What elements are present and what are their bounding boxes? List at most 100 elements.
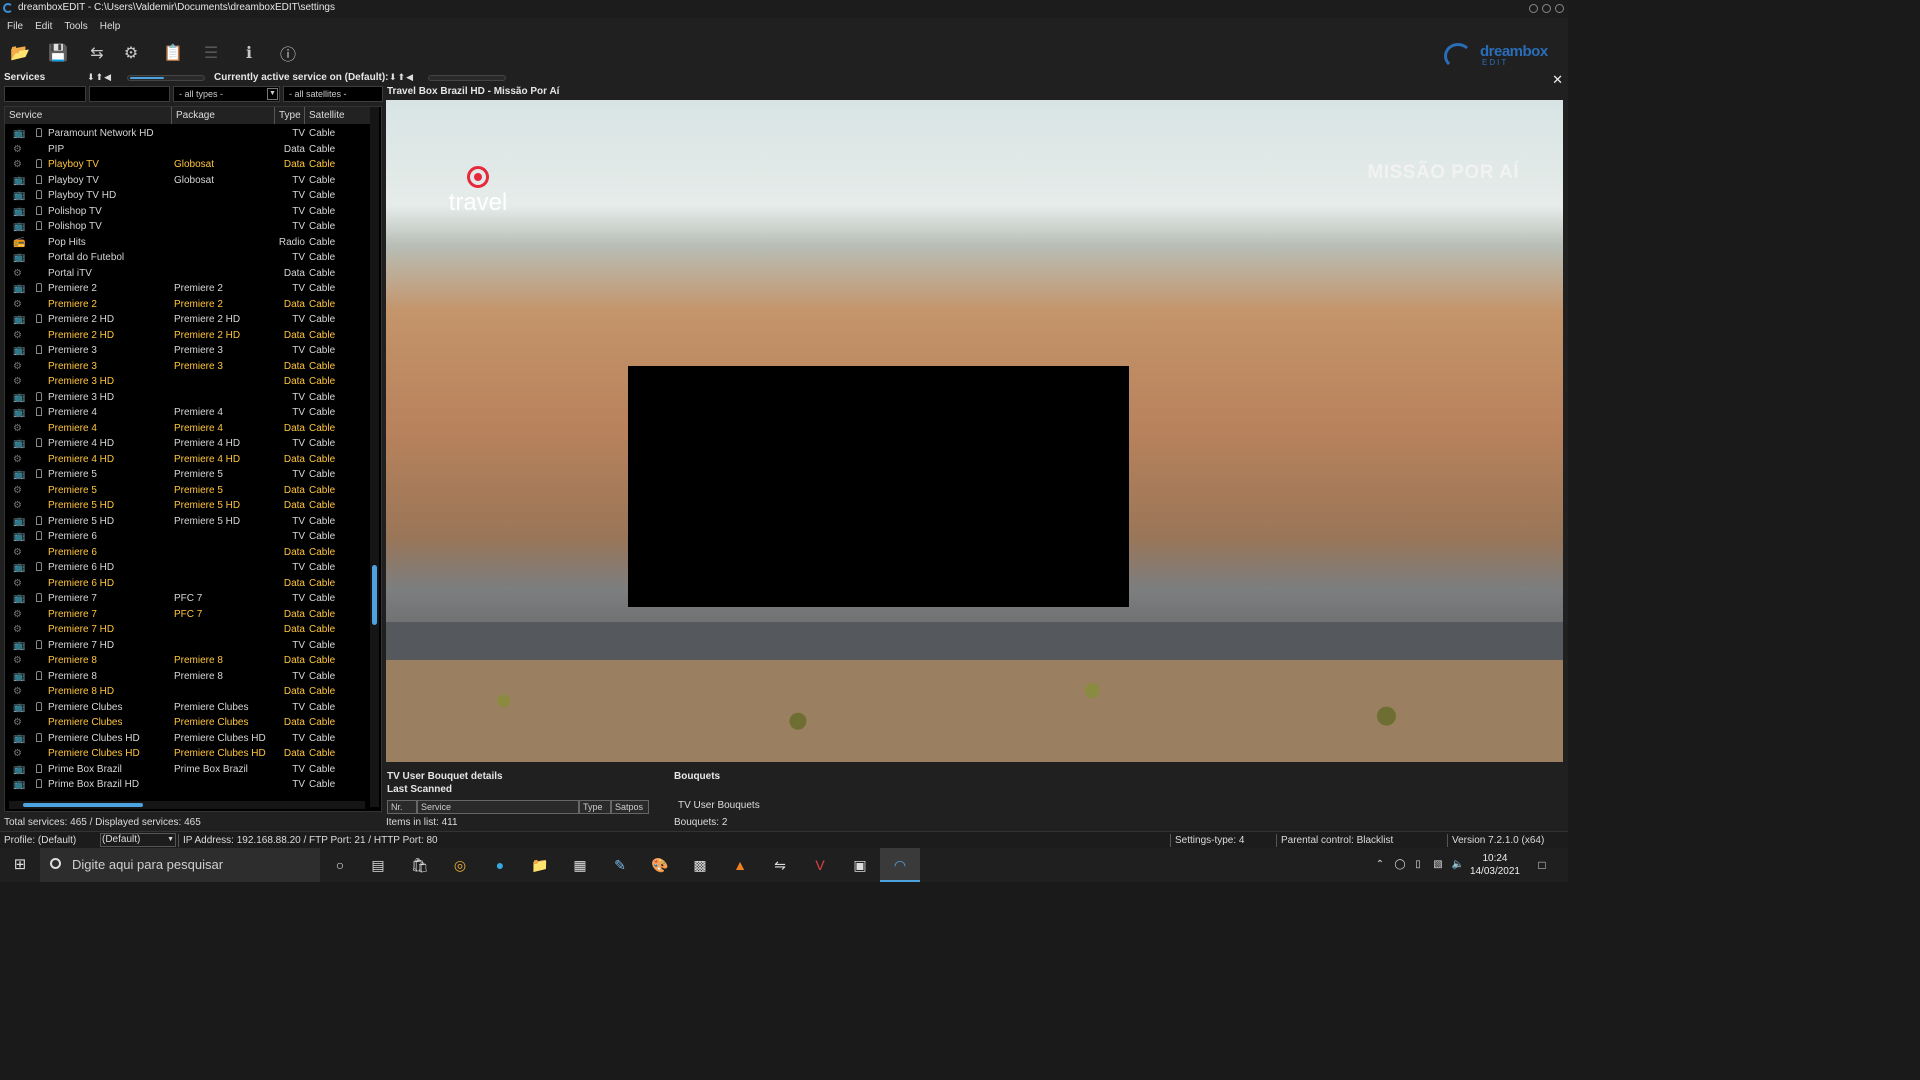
table-row[interactable]: ⚙ Premiere 4 HD Premiere 4 HD Data Cable bbox=[5, 452, 371, 468]
table-row[interactable]: ⚙ Premiere 3 Premiere 3 Data Cable bbox=[5, 359, 371, 375]
save-icon[interactable]: 💾 bbox=[48, 43, 68, 63]
table-row[interactable]: 📺 Premiere 3 Premiere 3 TV Cable bbox=[5, 343, 371, 359]
table-row[interactable]: ⚙ Premiere 5 Premiere 5 Data Cable bbox=[5, 483, 371, 499]
file-explorer-icon[interactable]: 📁 bbox=[530, 856, 550, 874]
table-row[interactable]: 📺 Premiere 4 HD Premiere 4 HD TV Cable bbox=[5, 436, 371, 452]
edge-icon[interactable]: ● bbox=[490, 856, 510, 874]
table-row[interactable]: ⚙ Premiere 3 HD Data Cable bbox=[5, 374, 371, 390]
table-row[interactable]: 📺 Premiere 6 TV Cable bbox=[5, 529, 371, 545]
menu-edit[interactable]: Edit bbox=[35, 18, 52, 35]
table-row[interactable]: 📺 Portal do Futebol TV Cable bbox=[5, 250, 371, 266]
column-satpos[interactable]: Satpos bbox=[611, 800, 649, 814]
table-row[interactable]: 📺 Playboy TV HD TV Cable bbox=[5, 188, 371, 204]
column-bq-service[interactable]: Service bbox=[417, 800, 579, 814]
start-windows-icon[interactable]: ⊞ bbox=[10, 856, 30, 874]
table-row[interactable]: ⚙ Premiere 6 HD Data Cable bbox=[5, 576, 371, 592]
table-row[interactable]: 📺 Premiere 5 Premiere 5 TV Cable bbox=[5, 467, 371, 483]
column-satellite[interactable]: Satellite bbox=[305, 107, 371, 124]
calculator-icon[interactable]: ▦ bbox=[570, 856, 590, 874]
table-row[interactable]: ⚙ Playboy TV Globosat Data Cable bbox=[5, 157, 371, 173]
table-row[interactable]: 📺 Prime Box Brazil HD TV Cable bbox=[5, 777, 371, 793]
table-row[interactable]: ⚙ Premiere 8 HD Data Cable bbox=[5, 684, 371, 700]
list-icon[interactable]: ☰ bbox=[201, 43, 221, 63]
remote-desktop-icon[interactable]: ▣ bbox=[850, 856, 870, 874]
table-row[interactable]: ⚙ Premiere 2 HD Premiere 2 HD Data Cable bbox=[5, 328, 371, 344]
taskbar-search[interactable]: Digite aqui para pesquisar bbox=[40, 848, 320, 882]
service-filter-input[interactable] bbox=[4, 86, 86, 102]
package-filter-input[interactable] bbox=[89, 86, 170, 102]
menu-tools[interactable]: Tools bbox=[64, 18, 87, 35]
taskbar-clock[interactable]: 10:24 14/03/2021 bbox=[1470, 852, 1520, 878]
table-row[interactable]: ⚙ Premiere Clubes HD Premiere Clubes HD Dat… bbox=[5, 746, 371, 762]
column-type[interactable]: Type bbox=[275, 107, 305, 124]
clipboard-icon[interactable]: 📋 bbox=[163, 43, 183, 63]
table-row[interactable]: ⚙ Premiere 4 Premiere 4 Data Cable bbox=[5, 421, 371, 437]
menu-help[interactable]: Help bbox=[100, 18, 121, 35]
profile-select[interactable]: (Default) ▼ bbox=[100, 833, 176, 847]
table-row[interactable]: ⚙ Premiere 6 Data Cable bbox=[5, 545, 371, 561]
table-row[interactable]: 📺 Premiere 3 HD TV Cable bbox=[5, 390, 371, 406]
chevron-down-icon[interactable]: ▼ bbox=[267, 88, 278, 100]
tray-battery-icon[interactable]: ▯ bbox=[1408, 856, 1428, 874]
type-filter-select[interactable]: - all types - ▼ bbox=[173, 86, 280, 102]
table-row[interactable]: ⚙ Portal iTV Data Cable bbox=[5, 266, 371, 282]
vertical-scrollbar[interactable] bbox=[370, 107, 379, 807]
table-row[interactable]: 📺 Premiere 5 HD Premiere 5 HD TV Cable bbox=[5, 514, 371, 530]
table-row[interactable]: 📺 Premiere Clubes Premiere Clubes TV Cable bbox=[5, 700, 371, 716]
close-player-icon[interactable]: ✕ bbox=[1552, 72, 1563, 88]
table-row[interactable]: ⚙ Premiere 7 HD Data Cable bbox=[5, 622, 371, 638]
minimize-button[interactable] bbox=[1529, 4, 1538, 13]
table-row[interactable]: 📺 Premiere 8 Premiere 8 TV Cable bbox=[5, 669, 371, 685]
table-row[interactable]: 📺 Premiere 4 Premiere 4 TV Cable bbox=[5, 405, 371, 421]
table-row[interactable]: 📺 Playboy TV Globosat TV Cable bbox=[5, 173, 371, 189]
table-row[interactable]: 📺 Premiere Clubes HD Premiere Clubes HD TV C… bbox=[5, 731, 371, 747]
open-folder-icon[interactable]: 📂 bbox=[10, 43, 30, 63]
column-package[interactable]: Package bbox=[172, 107, 275, 124]
chrome-icon[interactable]: ◎ bbox=[450, 856, 470, 874]
table-row[interactable]: 📺 Prime Box Brazil Prime Box Brazil TV Cable bbox=[5, 762, 371, 778]
table-row[interactable]: 📺 Polishop TV TV Cable bbox=[5, 204, 371, 220]
transfer-icon[interactable]: ⇆ bbox=[84, 43, 110, 63]
video-player[interactable]: travel MISSÃO POR AÍ bbox=[386, 100, 1563, 762]
table-row[interactable]: 📺 Premiere 2 HD Premiere 2 HD TV Cable bbox=[5, 312, 371, 328]
vlc-icon[interactable]: ▲ bbox=[730, 856, 750, 874]
active-arrows-icon[interactable]: ⬇⬆◀ bbox=[389, 72, 414, 83]
active-slider[interactable] bbox=[428, 75, 506, 81]
table-row[interactable]: ⚙ Premiere 8 Premiere 8 Data Cable bbox=[5, 653, 371, 669]
column-service[interactable]: Service bbox=[5, 107, 172, 124]
column-nr[interactable]: Nr. bbox=[387, 800, 417, 814]
store-icon[interactable]: 🛍 bbox=[410, 856, 430, 874]
table-row[interactable]: ⚙ Premiere 7 PFC 7 Data Cable bbox=[5, 607, 371, 623]
horizontal-scrollbar[interactable] bbox=[9, 801, 365, 809]
menu-file[interactable]: File bbox=[7, 18, 23, 35]
info-icon[interactable]: ℹ bbox=[239, 43, 259, 63]
notification-icon[interactable]: □ bbox=[1532, 856, 1552, 874]
task-view-icon[interactable]: ▤ bbox=[368, 856, 388, 874]
table-row[interactable]: ⚙ Premiere 2 Premiere 2 Data Cable bbox=[5, 297, 371, 313]
table-row[interactable]: ⚙ PIP Data Cable bbox=[5, 142, 371, 158]
gear-icon[interactable]: ⚙ bbox=[121, 43, 141, 63]
bouquet-item[interactable]: TV User Bouquets bbox=[678, 800, 760, 811]
column-bq-type[interactable]: Type bbox=[579, 800, 611, 814]
move-arrows-icon[interactable]: ⬇⬆◀ bbox=[87, 72, 112, 83]
satellite-filter-select[interactable]: - all satellites - bbox=[283, 86, 383, 102]
v-app-icon[interactable]: V bbox=[810, 856, 830, 874]
table-row[interactable]: 📺 Paramount Network HD TV Cable bbox=[5, 126, 371, 142]
table-row[interactable]: 📺 Premiere 7 HD TV Cable bbox=[5, 638, 371, 654]
table-row[interactable]: 📺 Polishop TV TV Cable bbox=[5, 219, 371, 235]
terminal-icon[interactable]: ▩ bbox=[690, 856, 710, 874]
about-icon[interactable]: ⓘ bbox=[278, 43, 298, 64]
tray-chevron-icon[interactable]: ⌃ bbox=[1370, 856, 1390, 874]
table-row[interactable]: 📺 Premiere 6 HD TV Cable bbox=[5, 560, 371, 576]
services-zoom-slider[interactable] bbox=[127, 75, 205, 81]
tray-volume-icon[interactable]: 🔈 bbox=[1448, 856, 1468, 874]
dreamboxedit-taskbar-icon[interactable]: ◠ bbox=[880, 848, 920, 882]
close-button[interactable] bbox=[1555, 4, 1564, 13]
maximize-button[interactable] bbox=[1542, 4, 1551, 13]
tray-app-icon[interactable]: ◯ bbox=[1390, 856, 1410, 874]
table-row[interactable]: 📻 Pop Hits Radio Cable bbox=[5, 235, 371, 251]
paint-icon[interactable]: 🎨 bbox=[650, 856, 670, 874]
network-tool-icon[interactable]: ⇋ bbox=[770, 856, 790, 874]
tray-network-icon[interactable]: ▧ bbox=[1428, 856, 1448, 874]
table-row[interactable]: 📺 Premiere 2 Premiere 2 TV Cable bbox=[5, 281, 371, 297]
